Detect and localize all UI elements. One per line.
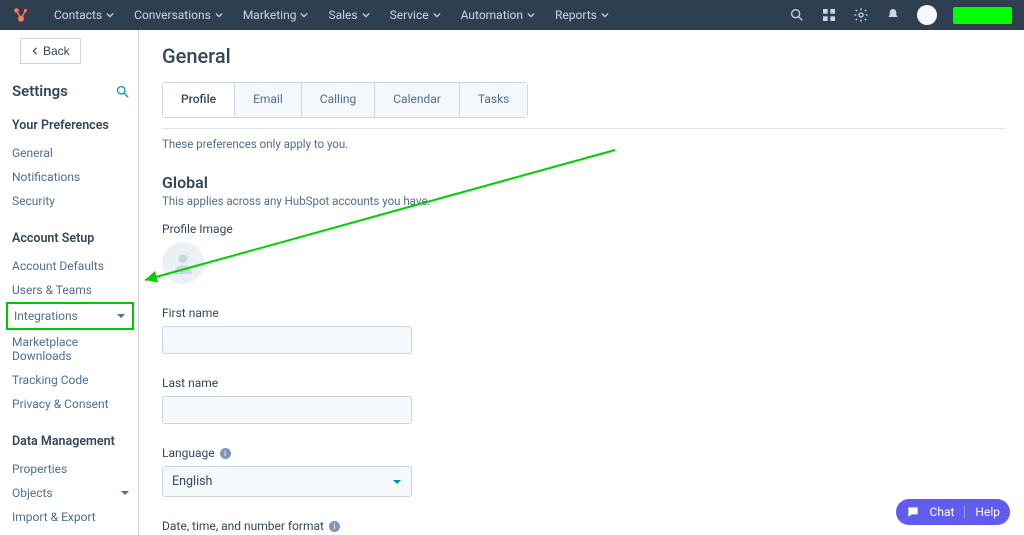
tab-calling[interactable]: Calling [302,83,375,117]
sidebar-item-tracking-code[interactable]: Tracking Code [12,368,130,392]
search-icon[interactable] [789,7,805,23]
topnav-item-marketing[interactable]: Marketing [233,8,319,22]
account-badge[interactable]: ████ [953,7,1012,24]
sidebar-item-privacy-consent[interactable]: Privacy & Consent [12,392,130,416]
search-icon[interactable] [115,84,130,99]
chat-label: Chat [930,505,955,519]
language-select[interactable]: English [162,466,412,497]
tabs: ProfileEmailCallingCalendarTasks [162,82,528,118]
hubspot-logo-icon[interactable] [12,6,30,24]
first-name-label: First name [162,306,1006,320]
info-icon[interactable]: i [329,521,340,532]
bell-icon[interactable] [885,7,901,23]
tab-profile[interactable]: Profile [163,83,235,117]
global-subheading: This applies across any HubSpot accounts… [162,194,1006,208]
top-nav-menu: ContactsConversationsMarketingSalesServi… [44,8,619,22]
chat-icon [906,505,920,519]
main-content: General ProfileEmailCallingCalendarTasks… [138,30,1024,535]
sidebar-item-account-defaults[interactable]: Account Defaults [12,254,130,278]
sidebar-item-security[interactable]: Security [12,189,130,213]
sidebar-item-general[interactable]: General [12,141,130,165]
topnav-item-service[interactable]: Service [380,8,451,22]
tab-calendar[interactable]: Calendar [375,83,460,117]
sidebar-item-notifications[interactable]: Notifications [12,165,130,189]
tab-tasks[interactable]: Tasks [460,83,528,117]
profile-image-upload[interactable] [162,242,204,284]
language-label: Language i [162,446,1006,460]
sidebar-item-users-teams[interactable]: Users & Teams [12,278,130,302]
first-name-field[interactable] [162,326,412,354]
top-nav: ContactsConversationsMarketingSalesServi… [0,0,1024,30]
last-name-field[interactable] [162,396,412,424]
sidebar-item-marketplace-downloads[interactable]: Marketplace Downloads [12,330,130,368]
topnav-item-conversations[interactable]: Conversations [124,8,233,22]
user-icon [170,250,196,276]
caret-down-icon [392,477,402,487]
sidebar-section-heading: Data Management [12,434,130,449]
marketplace-icon[interactable] [821,7,837,23]
global-heading: Global [162,173,1006,192]
help-label: Help [975,505,1000,519]
chevron-left-icon [31,47,39,55]
avatar[interactable] [917,5,937,25]
chevron-down-icon [116,311,126,321]
sidebar-section-heading: Your Preferences [12,118,130,133]
topnav-item-contacts[interactable]: Contacts [44,8,124,22]
sidebar-item-integrations[interactable]: Integrations [6,302,134,330]
topnav-item-reports[interactable]: Reports [545,8,619,22]
profile-image-label: Profile Image [162,222,1006,236]
divider [162,128,1006,129]
sidebar-item-objects[interactable]: Objects [12,481,130,505]
gear-icon[interactable] [853,7,869,23]
sidebar-title: Settings [12,82,68,100]
date-format-label: Date, time, and number format i [162,519,1006,533]
tab-email[interactable]: Email [235,83,302,117]
sidebar-item-properties[interactable]: Properties [12,457,130,481]
back-label: Back [43,44,70,58]
chat-help-widget[interactable]: Chat Help [896,499,1010,525]
preferences-note: These preferences only apply to you. [162,137,1006,151]
back-button[interactable]: Back [20,38,81,64]
sidebar-item-import-export[interactable]: Import & Export [12,505,130,529]
page-title: General [162,44,1006,68]
last-name-label: Last name [162,376,1006,390]
info-icon[interactable]: i [220,448,231,459]
topnav-item-automation[interactable]: Automation [451,8,545,22]
sidebar-section-heading: Account Setup [12,231,130,246]
chevron-down-icon [120,488,130,498]
sidebar: Back Settings Your Preferences GeneralNot… [0,30,138,535]
topnav-item-sales[interactable]: Sales [318,8,379,22]
